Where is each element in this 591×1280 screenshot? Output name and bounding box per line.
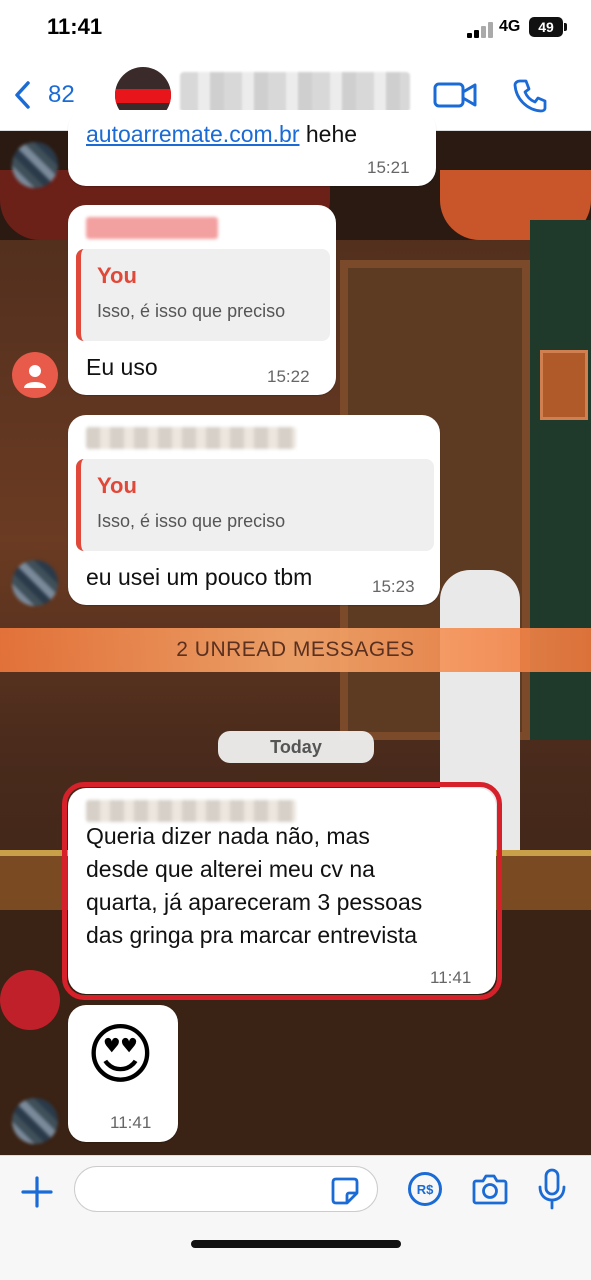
- sender-name-redacted: [86, 217, 218, 239]
- quoted-message[interactable]: You Isso, é isso que preciso: [76, 249, 330, 341]
- message-time: 11:41: [110, 1113, 152, 1132]
- message-time: 15:21: [367, 158, 410, 177]
- message-emoji: 😍: [86, 1016, 155, 1093]
- network-type: 4G: [499, 18, 521, 35]
- message-text-suffix: hehe: [299, 121, 358, 147]
- wallpaper-sign: [540, 350, 588, 420]
- sender-avatar[interactable]: [12, 560, 58, 606]
- quote-text: Isso, é isso que preciso: [97, 511, 286, 531]
- battery-level: 49: [538, 19, 554, 35]
- message-text: Eu uso: [86, 354, 158, 380]
- video-call-icon[interactable]: [433, 80, 477, 110]
- quote-text: Isso, é isso que preciso: [97, 301, 286, 321]
- unread-messages-divider: 2 UNREAD MESSAGES: [0, 628, 591, 672]
- message-input-bar: R$: [0, 1155, 591, 1280]
- home-indicator: [191, 1240, 401, 1248]
- person-icon: [24, 365, 46, 388]
- message-bubble[interactable]: autoarremate.com.br hehe 15:21: [68, 110, 436, 186]
- microphone-icon[interactable]: [537, 1168, 567, 1210]
- message-text: eu usei um pouco tbm: [86, 564, 313, 590]
- battery-icon: 49: [529, 17, 567, 37]
- message-bubble[interactable]: You Isso, é isso que preciso Eu uso 15:2…: [68, 205, 336, 395]
- message-time: 15:23: [372, 577, 415, 596]
- message-text: autoarremate.com.br hehe: [86, 118, 357, 151]
- highlight-frame: [62, 782, 502, 1000]
- contact-name-redacted[interactable]: [180, 72, 410, 112]
- quote-author: You: [97, 473, 137, 498]
- message-link[interactable]: autoarremate.com.br: [86, 121, 299, 147]
- date-divider: Today: [218, 731, 374, 763]
- sender-avatar[interactable]: [12, 142, 58, 188]
- plus-icon[interactable]: [19, 1174, 55, 1210]
- sender-avatar[interactable]: [12, 352, 58, 398]
- wallpaper-stool: [0, 970, 60, 1030]
- message-bubble[interactable]: 😍 11:41: [68, 1005, 178, 1142]
- quoted-message[interactable]: You Isso, é isso que preciso: [76, 459, 434, 551]
- phone-call-icon[interactable]: [512, 78, 548, 114]
- chevron-left-icon: [15, 81, 30, 109]
- unread-count: 82: [48, 81, 75, 108]
- quote-author: You: [97, 263, 137, 288]
- camera-icon[interactable]: [472, 1172, 508, 1206]
- signal-icon: [467, 22, 495, 38]
- sender-avatar[interactable]: [12, 1098, 58, 1144]
- back-button[interactable]: 82: [12, 80, 75, 110]
- message-bubble[interactable]: You Isso, é isso que preciso eu usei um …: [68, 415, 440, 605]
- payment-button[interactable]: R$: [408, 1172, 442, 1206]
- message-time: 15:22: [267, 367, 310, 386]
- payment-label: R$: [416, 1181, 434, 1197]
- status-bar: 11:41 4G 49: [0, 0, 591, 58]
- sticker-icon[interactable]: [330, 1176, 360, 1206]
- sender-name-redacted: [86, 427, 296, 449]
- status-time: 11:41: [47, 14, 103, 39]
